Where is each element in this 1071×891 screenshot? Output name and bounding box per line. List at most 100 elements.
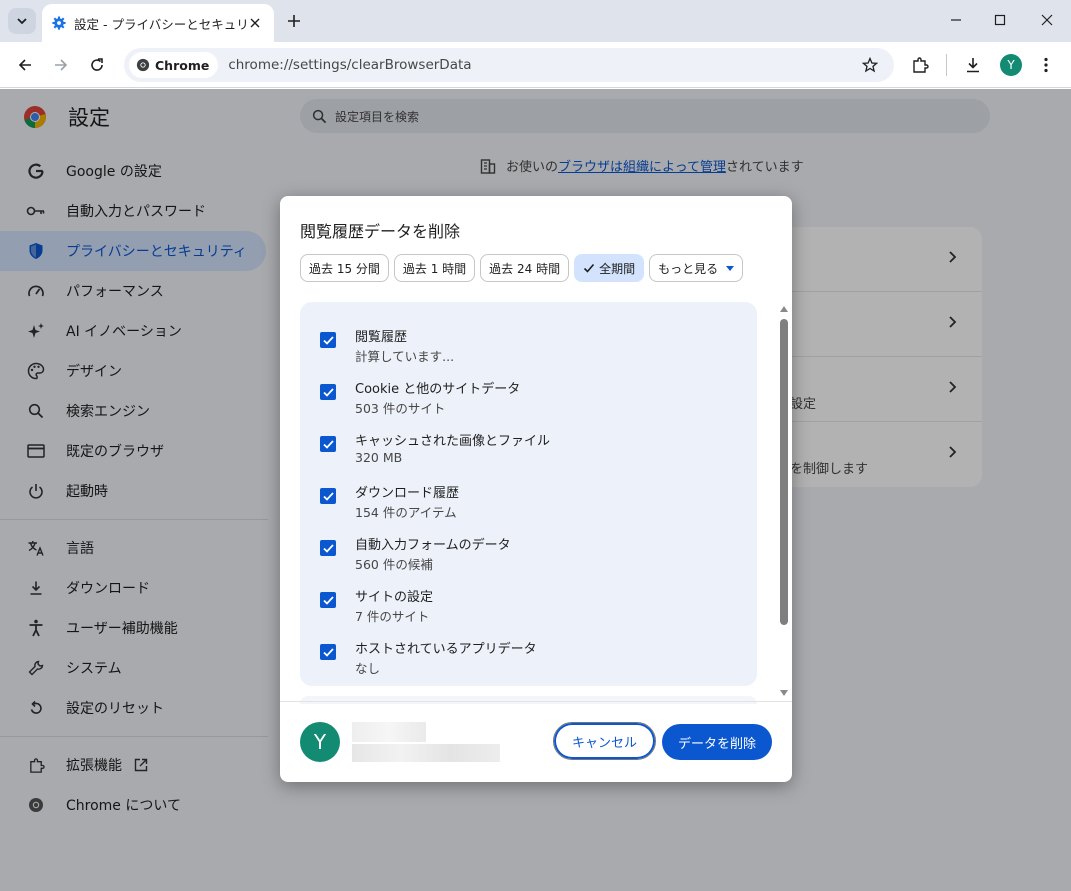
tab-search-button[interactable] bbox=[8, 8, 36, 34]
check-icon bbox=[322, 543, 334, 553]
data-type-item[interactable]: キャッシュされた画像とファイル 320 MB bbox=[320, 430, 740, 482]
close-icon bbox=[1041, 14, 1053, 26]
reload-button[interactable] bbox=[83, 51, 111, 79]
account-avatar: Y bbox=[300, 722, 340, 762]
item-subtitle: 560 件の候補 bbox=[355, 557, 433, 572]
chrome-icon bbox=[136, 58, 150, 72]
check-icon bbox=[322, 439, 334, 449]
item-subtitle: なし bbox=[355, 661, 381, 676]
checkbox[interactable] bbox=[320, 384, 336, 400]
item-title: 閲覧履歴 bbox=[355, 330, 408, 345]
chip-label: 過去 15 分間 bbox=[309, 261, 380, 276]
dialog-scrollbar[interactable] bbox=[777, 302, 791, 698]
checkbox[interactable] bbox=[320, 488, 336, 504]
check-icon bbox=[322, 647, 334, 657]
scroll-up-arrow[interactable] bbox=[780, 306, 788, 312]
arrow-right-icon bbox=[55, 59, 68, 71]
checkbox[interactable] bbox=[320, 436, 336, 452]
dialog-title: 閲覧履歴データを削除 bbox=[300, 222, 461, 241]
back-button[interactable] bbox=[11, 51, 39, 79]
close-icon bbox=[250, 18, 260, 28]
minimize-icon bbox=[951, 19, 961, 21]
delete-data-button[interactable]: データを削除 bbox=[662, 724, 772, 760]
checkbox[interactable] bbox=[320, 644, 336, 660]
downloads-button[interactable] bbox=[959, 51, 987, 79]
more-ranges-dropdown[interactable]: もっと見る bbox=[649, 254, 744, 282]
url-text[interactable]: chrome://settings/clearBrowserData bbox=[228, 57, 854, 73]
menu-button[interactable] bbox=[1032, 51, 1060, 79]
dialog-footer-divider bbox=[280, 701, 792, 702]
reload-icon bbox=[91, 58, 103, 71]
data-type-item[interactable]: Cookie と他のサイトデータ 503 件のサイト bbox=[320, 378, 740, 430]
data-type-item[interactable]: 閲覧履歴 計算しています... bbox=[320, 326, 740, 378]
time-range-chip-all-time[interactable]: 全期間 bbox=[574, 254, 645, 282]
forward-button[interactable] bbox=[47, 51, 75, 79]
cancel-button[interactable]: キャンセル bbox=[553, 722, 656, 760]
data-type-list: 閲覧履歴 計算しています... Cookie と他のサイトデータ 503 件のサ… bbox=[300, 302, 757, 686]
item-title: Cookie と他のサイトデータ bbox=[355, 382, 521, 397]
tab-title: 設定 - プライバシーとセキュリティ bbox=[74, 16, 246, 32]
item-subtitle: 計算しています... bbox=[355, 349, 455, 364]
window-close-button[interactable] bbox=[1032, 6, 1062, 34]
check-icon bbox=[322, 595, 334, 605]
minimize-button[interactable] bbox=[941, 6, 971, 34]
star-icon bbox=[862, 57, 878, 73]
tab-strip: 設定 - プライバシーとセキュリティ bbox=[0, 0, 1071, 42]
chip-label: 過去 1 時間 bbox=[402, 261, 467, 276]
new-tab-button[interactable] bbox=[282, 9, 306, 33]
data-type-item[interactable]: ホストされているアプリデータ なし bbox=[320, 638, 740, 690]
item-subtitle: 7 件のサイト bbox=[355, 609, 430, 624]
item-subtitle: 503 件のサイト bbox=[355, 401, 446, 416]
time-range-chip-15min[interactable]: 過去 15 分間 bbox=[300, 254, 389, 282]
browser-toolbar: Chrome chrome://settings/clearBrowserDat… bbox=[0, 42, 1071, 88]
data-type-item[interactable]: 自動入力フォームのデータ 560 件の候補 bbox=[320, 534, 740, 586]
puzzle-icon bbox=[913, 57, 929, 73]
item-title: キャッシュされた画像とファイル bbox=[355, 434, 551, 449]
maximize-icon bbox=[994, 14, 1006, 26]
extensions-button[interactable] bbox=[906, 51, 934, 79]
checkbox[interactable] bbox=[320, 592, 336, 608]
maximize-button[interactable] bbox=[985, 6, 1015, 34]
check-icon bbox=[584, 263, 595, 273]
check-icon bbox=[322, 491, 334, 501]
download-icon bbox=[967, 58, 979, 73]
time-range-chips: 過去 15 分間 過去 1 時間 過去 24 時間 全期間 もっと見る bbox=[300, 254, 744, 282]
data-type-item[interactable]: サイトの設定 7 件のサイト bbox=[320, 586, 740, 638]
item-title: サイトの設定 bbox=[355, 590, 434, 605]
item-title: ダウンロード履歴 bbox=[355, 486, 460, 501]
chip-label: Chrome bbox=[155, 57, 210, 73]
redacted-account-email bbox=[352, 744, 500, 762]
scroll-down-arrow[interactable] bbox=[780, 690, 788, 696]
redacted-account-name bbox=[352, 722, 426, 742]
address-bar[interactable]: Chrome chrome://settings/clearBrowserDat… bbox=[124, 48, 894, 82]
time-range-chip-1hour[interactable]: 過去 1 時間 bbox=[393, 254, 476, 282]
arrow-left-icon bbox=[18, 59, 31, 71]
check-icon bbox=[322, 335, 334, 345]
more-vert-icon bbox=[1044, 57, 1048, 73]
checkbox[interactable] bbox=[320, 332, 336, 348]
next-section-peek bbox=[300, 696, 757, 704]
plus-icon bbox=[288, 15, 300, 27]
item-title: 自動入力フォームのデータ bbox=[355, 538, 511, 553]
item-title: ホストされているアプリデータ bbox=[355, 642, 537, 657]
chip-label: 過去 24 時間 bbox=[489, 261, 561, 276]
gear-icon bbox=[52, 16, 66, 30]
site-info-chip[interactable]: Chrome bbox=[129, 52, 219, 78]
item-subtitle: 320 MB bbox=[355, 450, 403, 465]
data-type-item[interactable]: ダウンロード履歴 154 件のアイテム bbox=[320, 482, 740, 534]
profile-avatar[interactable]: Y bbox=[1000, 54, 1022, 76]
active-tab[interactable]: 設定 - プライバシーとセキュリティ bbox=[42, 4, 274, 42]
close-tab-button[interactable] bbox=[246, 14, 264, 32]
toolbar-divider bbox=[946, 54, 947, 76]
clear-browsing-data-dialog: 閲覧履歴データを削除 過去 15 分間 過去 1 時間 過去 24 時間 全期間… bbox=[280, 196, 792, 782]
check-icon bbox=[322, 387, 334, 397]
bookmark-button[interactable] bbox=[854, 51, 886, 79]
chevron-down-icon bbox=[17, 18, 27, 25]
item-subtitle: 154 件のアイテム bbox=[355, 505, 457, 520]
time-range-chip-24hours[interactable]: 過去 24 時間 bbox=[480, 254, 570, 282]
dropdown-label: もっと見る bbox=[658, 261, 719, 276]
scroll-thumb[interactable] bbox=[780, 319, 788, 625]
chip-label: 全期間 bbox=[599, 261, 636, 276]
checkbox[interactable] bbox=[320, 540, 336, 556]
caret-down-icon bbox=[726, 265, 735, 271]
